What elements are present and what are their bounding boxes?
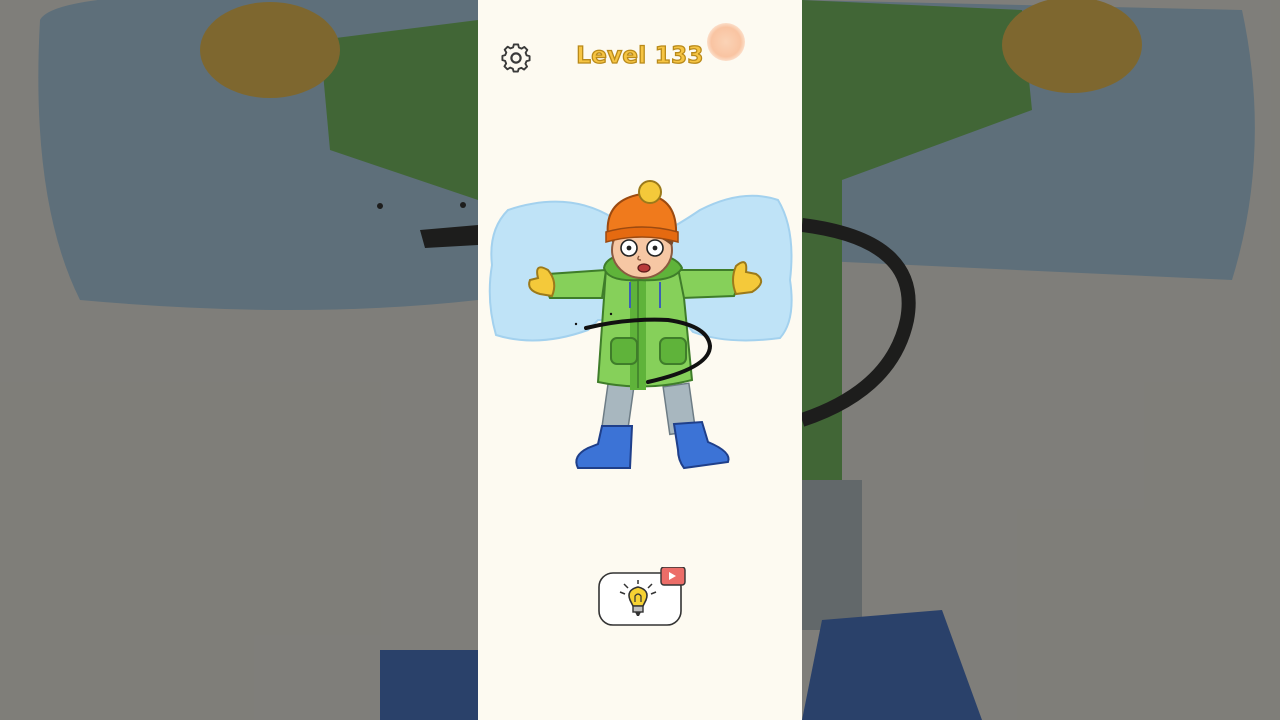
left-pocket	[610, 337, 638, 365]
right-pocket	[659, 337, 687, 365]
level-title: Level 133	[478, 42, 802, 69]
video-play-icon	[660, 566, 686, 586]
background-blur-left	[0, 0, 478, 720]
left-arm	[545, 268, 608, 299]
level-label: Level 133	[576, 42, 704, 69]
puzzle-scene[interactable]	[478, 170, 802, 480]
game-screen: Level 133	[478, 0, 802, 720]
hat-pompom	[638, 180, 662, 204]
right-boot	[672, 420, 730, 470]
left-boot	[575, 425, 634, 469]
hint-button[interactable]	[597, 566, 686, 627]
right-arm	[676, 269, 739, 300]
background-blur-right	[802, 0, 1280, 720]
